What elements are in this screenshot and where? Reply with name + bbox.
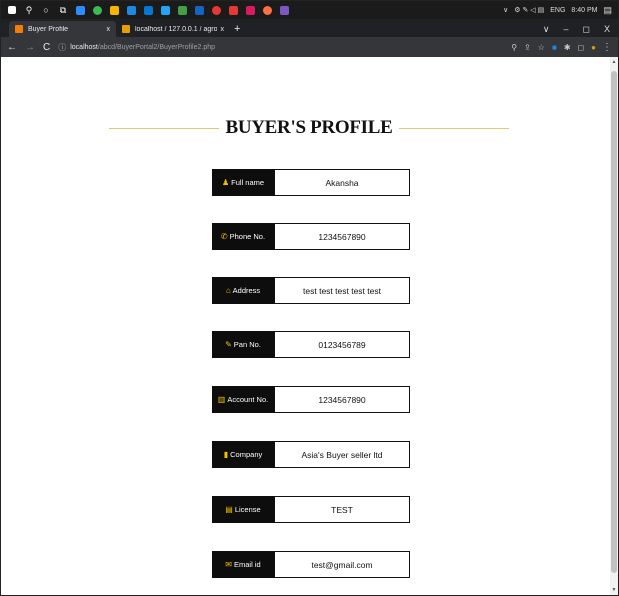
sidepanel-icon[interactable]: ◻: [578, 43, 585, 52]
field-account: ▥ Account No. 1234567890: [212, 386, 410, 413]
field-value[interactable]: 1234567890: [274, 386, 410, 413]
field-license: ▤ License TEST: [212, 496, 410, 523]
divider: [109, 127, 220, 129]
scroll-thumb[interactable]: [611, 71, 617, 573]
menu-kebab-icon[interactable]: ⋮: [602, 42, 612, 53]
search-icon[interactable]: ⚲: [22, 3, 36, 17]
bank-icon: ▥: [217, 395, 226, 404]
app-icon[interactable]: [277, 3, 291, 17]
pencil-icon: ✎: [225, 340, 232, 349]
tab-close-icon[interactable]: x: [221, 26, 225, 33]
app-icon[interactable]: [107, 3, 121, 17]
tab-phpmyadmin[interactable]: localhost / 127.0.0.1 / agrocraft x: [116, 21, 230, 37]
scroll-down-icon[interactable]: ▼: [610, 587, 618, 595]
toolbar-icons: ⚲ ⇪ ☆ ■ ✱ ◻ ●: [511, 43, 596, 52]
minimize-button[interactable]: –: [563, 24, 568, 34]
windows-start-icon[interactable]: [5, 3, 19, 17]
divider: [398, 127, 509, 129]
profile-avatar[interactable]: ●: [591, 43, 596, 52]
field-address: ⌂ Address test test test test test: [212, 277, 410, 304]
app-icon[interactable]: [141, 3, 155, 17]
page-content: BUYER'S PROFILE ♟ Full name Akansha ✆ Phon…: [1, 57, 610, 595]
task-view-icon[interactable]: ⧉: [56, 3, 70, 17]
scroll-up-icon[interactable]: ▲: [610, 59, 618, 67]
tab-label: localhost / 127.0.0.1 / agrocraft: [135, 25, 217, 33]
vertical-scrollbar[interactable]: ▲ ▼: [610, 57, 618, 595]
field-label: ♟ Full name: [212, 169, 274, 196]
field-value[interactable]: Asia's Buyer seller ltd: [274, 441, 410, 468]
zoom-icon[interactable]: ⚲: [511, 43, 517, 52]
browser-window: ⚲ ○ ⧉ ∨ ⚙ ✎ ◁ ▤ ENG 8:40 PM ▤ Buyer Prof…: [0, 0, 619, 596]
field-label: ▥ Account No.: [212, 386, 274, 413]
phone-icon: ✆: [220, 232, 228, 241]
share-icon[interactable]: ⇪: [524, 43, 531, 52]
tray-icons[interactable]: ⚙ ✎ ◁ ▤: [514, 6, 544, 14]
bookmark-star-icon[interactable]: ☆: [538, 43, 545, 52]
reload-icon[interactable]: C: [43, 42, 50, 53]
notification-icon[interactable]: ▤: [603, 5, 612, 16]
field-label: ✎ Pan No.: [212, 331, 274, 358]
field-company: ▮ Company Asia's Buyer seller ltd: [212, 441, 410, 468]
back-icon[interactable]: ←: [7, 42, 17, 53]
browser-toolbar: ← → C ⓘ localhost /abcd/BuyerPortal2/Buy…: [1, 37, 618, 57]
app-icon[interactable]: [192, 3, 206, 17]
field-value[interactable]: TEST: [274, 496, 410, 523]
field-value[interactable]: Akansha: [274, 169, 410, 196]
field-value[interactable]: 1234567890: [274, 223, 410, 250]
app-icon[interactable]: [73, 3, 87, 17]
tab-close-icon[interactable]: x: [107, 26, 111, 33]
field-label: ✆ Phone No.: [212, 223, 274, 250]
new-tab-button[interactable]: +: [234, 21, 240, 37]
language-indicator[interactable]: ENG: [550, 7, 565, 14]
extension-icon[interactable]: ■: [552, 43, 557, 52]
close-window-button[interactable]: X: [604, 24, 610, 34]
license-icon: ▤: [225, 505, 233, 514]
tab-label: Buyer Profile: [28, 25, 69, 33]
field-label: ✉ Email id: [212, 551, 274, 578]
field-label: ▤ License: [212, 496, 274, 523]
address-bar[interactable]: ⓘ localhost /abcd/BuyerPortal2/BuyerProf…: [58, 40, 511, 54]
chrome-icon[interactable]: [90, 3, 104, 17]
app-icon[interactable]: [124, 3, 138, 17]
app-icon[interactable]: [209, 3, 223, 17]
field-email: ✉ Email id test@gmail.com: [212, 551, 410, 578]
extensions-puzzle-icon[interactable]: ✱: [564, 43, 571, 52]
tab-search-icon[interactable]: ∨: [543, 24, 550, 35]
forward-icon[interactable]: →: [25, 42, 35, 53]
building-icon: ▮: [223, 450, 229, 459]
os-taskbar: ⚲ ○ ⧉ ∨ ⚙ ✎ ◁ ▤ ENG 8:40 PM ▤: [1, 1, 618, 19]
tray-chevron-icon[interactable]: ∨: [503, 6, 508, 14]
app-icon[interactable]: [226, 3, 240, 17]
field-full-name: ♟ Full name Akansha: [212, 169, 410, 196]
user-icon: ♟: [221, 178, 230, 187]
favicon-icon: [122, 25, 130, 33]
vscode-icon[interactable]: [158, 3, 172, 17]
page-header: BUYER'S PROFILE: [109, 117, 509, 139]
field-phone: ✆ Phone No. 1234567890: [212, 223, 410, 250]
field-value[interactable]: test@gmail.com: [274, 551, 410, 578]
maximize-button[interactable]: ◻: [583, 24, 590, 35]
url-host: localhost: [70, 43, 98, 51]
field-value[interactable]: 0123456789: [274, 331, 410, 358]
url-path: /abcd/BuyerPortal2/BuyerProfile2.php: [97, 43, 215, 51]
tab-strip: Buyer Profile x localhost / 127.0.0.1 / …: [1, 19, 618, 37]
clock[interactable]: 8:40 PM: [571, 7, 597, 14]
home-icon: ⌂: [225, 286, 231, 295]
field-pan: ✎ Pan No. 0123456789: [212, 331, 410, 358]
app-icon[interactable]: [243, 3, 257, 17]
envelope-icon: ✉: [225, 560, 232, 569]
site-info-icon[interactable]: ⓘ: [58, 42, 66, 53]
tab-buyer-profile[interactable]: Buyer Profile x: [9, 21, 116, 37]
window-controls: ∨ – ◻ X: [543, 21, 618, 37]
favicon-icon: [15, 25, 23, 33]
page-title: BUYER'S PROFILE: [225, 117, 393, 138]
field-value[interactable]: test test test test test: [274, 277, 410, 304]
field-label: ⌂ Address: [212, 277, 274, 304]
circle-icon[interactable]: ○: [39, 3, 53, 17]
app-icon[interactable]: [260, 3, 274, 17]
field-label: ▮ Company: [212, 441, 274, 468]
app-icon[interactable]: [175, 3, 189, 17]
